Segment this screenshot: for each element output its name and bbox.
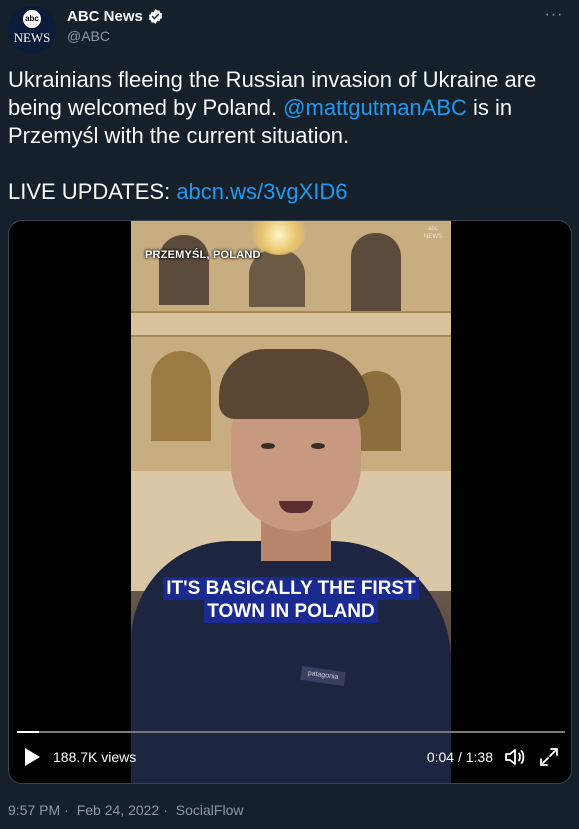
view-count: 188.7K views [53,749,137,765]
play-icon[interactable] [23,747,41,767]
duration: 1:38 [465,749,493,765]
watermark-logo-top: abc [428,226,438,232]
tweet-source[interactable]: SocialFlow [176,802,244,818]
author-block: ABC News @ABC [67,8,164,44]
abc-news-watermark-icon: abc NEWS [421,225,445,247]
progress-bar[interactable] [17,731,565,733]
avatar[interactable]: abc NEWS [8,6,56,54]
video-player[interactable]: patagonia PRZEMYŚL, POLAND abc NEWS IT'S… [8,220,572,784]
video-caption: IT'S BASICALLY THE FIRST TOWN IN POLAND [131,577,451,623]
tweet-date[interactable]: Feb 24, 2022 [77,802,160,818]
meta-separator: · [64,802,69,818]
caption-line: IT'S BASICALLY THE FIRST [163,577,419,600]
live-updates-label: LIVE UPDATES: [8,179,177,204]
meta-separator: · [163,802,168,818]
tweet-link[interactable]: abcn.ws/3vgXID6 [176,179,347,204]
location-overlay: PRZEMYŚL, POLAND [145,249,261,261]
scene-balcony [131,311,451,337]
watermark-logo-bottom: NEWS [424,234,442,240]
scene-arch [151,351,211,441]
live-updates-paragraph: LIVE UPDATES: abcn.ws/3vgXID6 [8,178,568,206]
tweet-meta: 9:57 PM · Feb 24, 2022 · SocialFlow [8,802,247,818]
video-controls: 188.7K views 0:04 / 1:38 [9,711,571,783]
tweet-text: Ukrainians fleeing the Russian invasion … [8,66,568,206]
person-eye [261,443,275,449]
tweet-time[interactable]: 9:57 PM [8,802,60,818]
tweet-paragraph: Ukrainians fleeing the Russian invasion … [8,66,568,150]
verified-badge-icon [147,8,164,25]
more-options-icon[interactable]: ··· [539,6,569,26]
mention-link[interactable]: @mattgutmanABC [283,95,467,120]
scene-window [159,235,209,305]
abc-logo-icon: abc [23,10,41,28]
video-time: 0:04 / 1:38 [427,747,493,767]
caption-line: TOWN IN POLAND [204,600,378,623]
progress-fill [17,731,39,733]
volume-icon[interactable] [503,745,527,769]
scene-window [351,233,401,313]
person-hair [219,349,369,419]
video-frame[interactable]: patagonia PRZEMYŚL, POLAND abc NEWS IT'S… [131,221,451,783]
author-handle[interactable]: @ABC [67,28,164,44]
avatar-news-text: NEWS [13,30,51,45]
time-separator: / [454,749,466,765]
person-eye [311,443,325,449]
fullscreen-icon[interactable] [537,745,561,769]
display-name[interactable]: ABC News [67,8,143,25]
tweet-header: abc NEWS ABC News @ABC ··· [0,0,579,60]
current-time: 0:04 [426,749,455,765]
